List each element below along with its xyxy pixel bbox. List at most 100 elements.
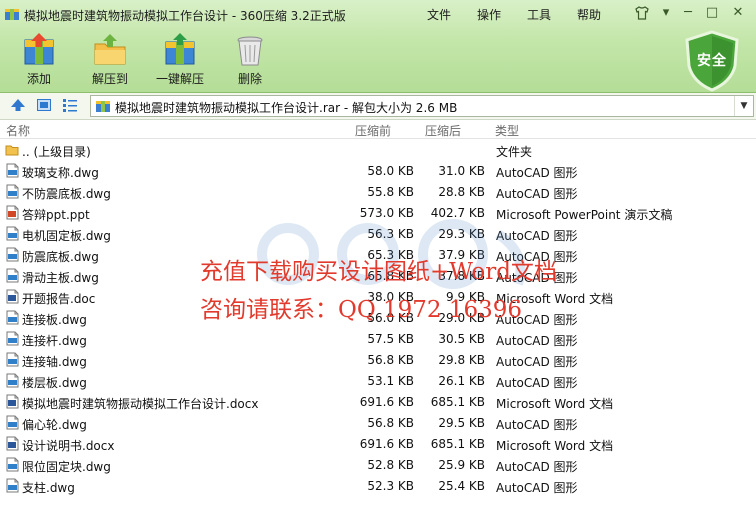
file-type: AutoCAD 图形 bbox=[496, 166, 578, 180]
up-arrow-icon[interactable] bbox=[10, 97, 26, 113]
delete-button-label: 删除 bbox=[237, 72, 262, 86]
window-chrome: 模拟地震时建筑物振动模拟工作台设计 - 360压缩 3.2正式版 文件 操作 工… bbox=[0, 0, 756, 93]
table-row[interactable]: 支柱.dwg 52.3 KB 25.4 KB AutoCAD 图形 bbox=[0, 475, 756, 496]
compressed-before-size: 52.8 KB bbox=[367, 458, 414, 472]
dwg-file-icon bbox=[6, 478, 19, 493]
column-compressed-after[interactable]: 压缩后 bbox=[425, 122, 461, 139]
column-type[interactable]: 类型 bbox=[495, 122, 519, 139]
close-icon[interactable]: ✕ bbox=[728, 4, 748, 22]
table-row[interactable]: 设计说明书.docx 691.6 KB 685.1 KB Microsoft Word… bbox=[0, 433, 756, 454]
compressed-after-size: 25.4 KB bbox=[438, 479, 485, 493]
column-name[interactable]: 名称 bbox=[6, 122, 30, 139]
compressed-after-size: 31.0 KB bbox=[438, 164, 485, 178]
table-row[interactable]: 限位固定块.dwg 52.8 KB 25.9 KB AutoCAD 图形 bbox=[0, 454, 756, 475]
extract-to-label: 解压到 bbox=[91, 72, 128, 86]
minimize-icon[interactable]: ─ bbox=[678, 4, 698, 22]
compressed-before-size: 691.6 KB bbox=[359, 395, 414, 409]
extract-to-button[interactable]: 解压到 bbox=[88, 32, 132, 87]
file-name: 模拟地震时建筑物振动模拟工作台设计.docx bbox=[22, 397, 259, 411]
file-name: 滑动主板.dwg bbox=[22, 271, 99, 285]
table-row[interactable]: 不防震底板.dwg 55.8 KB 28.8 KB AutoCAD 图形 bbox=[0, 181, 756, 202]
compressed-after-size: 25.9 KB bbox=[438, 458, 485, 472]
dwg-file-icon bbox=[6, 184, 19, 199]
dwg-file-icon bbox=[6, 457, 19, 472]
doc-file-icon bbox=[6, 289, 19, 304]
file-name: 防震底板.dwg bbox=[22, 250, 99, 264]
file-type: AutoCAD 图形 bbox=[496, 418, 578, 432]
compressed-before-size: 56.8 KB bbox=[367, 353, 414, 367]
list-view-icon[interactable] bbox=[62, 97, 78, 113]
file-name: 电机固定板.dwg bbox=[22, 229, 111, 243]
file-type: AutoCAD 图形 bbox=[496, 481, 578, 495]
compressed-after-size: 26.1 KB bbox=[438, 374, 485, 388]
dwg-file-icon bbox=[6, 331, 19, 346]
column-header: 名称 压缩前 压缩后 类型 bbox=[0, 120, 756, 139]
file-name: 限位固定块.dwg bbox=[22, 460, 111, 474]
compressed-after-size: 28.8 KB bbox=[438, 185, 485, 199]
table-row[interactable]: 连接杆.dwg 57.5 KB 30.5 KB AutoCAD 图形 bbox=[0, 328, 756, 349]
menu-help[interactable]: 帮助 bbox=[577, 6, 601, 23]
trash-icon bbox=[237, 36, 263, 66]
address-row: 模拟地震时建筑物振动模拟工作台设计.rar - 解包大小为 2.6 MB ▼ bbox=[0, 93, 756, 120]
file-name: 答辩ppt.ppt bbox=[22, 208, 90, 222]
watermark-line-2: 咨询请联系：QQ 1972 16396 bbox=[200, 297, 523, 323]
menu-file[interactable]: 文件 bbox=[427, 6, 451, 23]
archive-path: 模拟地震时建筑物振动模拟工作台设计.rar - 解包大小为 2.6 MB bbox=[115, 101, 458, 115]
file-name: 连接板.dwg bbox=[22, 313, 87, 327]
file-name: 连接杆.dwg bbox=[22, 334, 87, 348]
compressed-after-size: 685.1 KB bbox=[430, 395, 485, 409]
add-button-label: 添加 bbox=[26, 72, 51, 86]
table-row[interactable]: 玻璃支称.dwg 58.0 KB 31.0 KB AutoCAD 图形 bbox=[0, 160, 756, 181]
menu-operation[interactable]: 操作 bbox=[477, 6, 501, 23]
dwg-file-icon bbox=[6, 373, 19, 388]
compressed-after-size: 29.5 KB bbox=[438, 416, 485, 430]
skin-shirt-icon[interactable] bbox=[632, 4, 652, 22]
rar-archive-icon bbox=[96, 101, 110, 112]
column-compressed-before[interactable]: 压缩前 bbox=[355, 122, 391, 139]
compressed-before-size: 55.8 KB bbox=[367, 185, 414, 199]
compressed-before-size: 52.3 KB bbox=[367, 479, 414, 493]
table-row[interactable]: 楼层板.dwg 53.1 KB 26.1 KB AutoCAD 图形 bbox=[0, 370, 756, 391]
doc-file-icon bbox=[6, 436, 19, 451]
address-dropdown-icon[interactable]: ▼ bbox=[734, 96, 753, 116]
file-name: 玻璃支称.dwg bbox=[22, 166, 99, 180]
file-name: 不防震底板.dwg bbox=[22, 187, 111, 201]
thumbnail-view-icon[interactable] bbox=[36, 97, 52, 113]
security-shield-icon[interactable]: 安全 bbox=[683, 30, 741, 92]
maximize-icon[interactable]: □ bbox=[702, 4, 722, 22]
watermark-line-1: 充值下载购买设计图纸+Word文档 bbox=[200, 259, 557, 285]
window-title: 模拟地震时建筑物振动模拟工作台设计 - 360压缩 3.2正式版 bbox=[24, 9, 346, 23]
dwg-file-icon bbox=[6, 352, 19, 367]
dwg-file-icon bbox=[6, 415, 19, 430]
doc-file-icon bbox=[6, 394, 19, 409]
add-button[interactable]: 添加 bbox=[18, 32, 60, 87]
file-name: 设计说明书.docx bbox=[22, 439, 115, 453]
archive-app-icon bbox=[5, 9, 19, 20]
one-click-extract-button[interactable]: 一键解压 bbox=[152, 32, 208, 87]
compressed-after-size: 29.8 KB bbox=[438, 353, 485, 367]
table-row[interactable]: .. (上级目录) 文件夹 bbox=[0, 139, 756, 160]
one-click-extract-label: 一键解压 bbox=[155, 72, 204, 86]
file-name: 连接轴.dwg bbox=[22, 355, 87, 369]
file-list: .. (上级目录) 文件夹玻璃支称.dwg 58.0 KB 31.0 KB AutoCA… bbox=[0, 139, 756, 527]
table-row[interactable]: 连接轴.dwg 56.8 KB 29.8 KB AutoCAD 图形 bbox=[0, 349, 756, 370]
file-name: 楼层板.dwg bbox=[22, 376, 87, 390]
compressed-before-size: 58.0 KB bbox=[367, 164, 414, 178]
compressed-after-size: 30.5 KB bbox=[438, 332, 485, 346]
delete-button[interactable]: 删除 bbox=[230, 32, 270, 87]
security-badge-text: 安全 bbox=[697, 53, 727, 69]
menu-tools[interactable]: 工具 bbox=[527, 6, 551, 23]
file-type: Microsoft Word 文档 bbox=[496, 439, 614, 453]
file-type: AutoCAD 图形 bbox=[496, 355, 578, 369]
table-row[interactable]: 模拟地震时建筑物振动模拟工作台设计.docx 691.6 KB 685.1 KB Mi… bbox=[0, 391, 756, 412]
file-type: AutoCAD 图形 bbox=[496, 334, 578, 348]
file-type: AutoCAD 图形 bbox=[496, 460, 578, 474]
title-bar: 模拟地震时建筑物振动模拟工作台设计 - 360压缩 3.2正式版 文件 操作 工… bbox=[0, 0, 756, 28]
address-bar[interactable]: 模拟地震时建筑物振动模拟工作台设计.rar - 解包大小为 2.6 MB ▼ bbox=[90, 95, 754, 117]
file-type: Microsoft Word 文档 bbox=[496, 397, 614, 411]
file-name: 支柱.dwg bbox=[22, 481, 75, 495]
table-row[interactable]: 偏心轮.dwg 56.8 KB 29.5 KB AutoCAD 图形 bbox=[0, 412, 756, 433]
compressed-before-size: 53.1 KB bbox=[367, 374, 414, 388]
dropdown-menu-icon[interactable]: ▾ bbox=[656, 4, 676, 22]
ppt-file-icon bbox=[6, 205, 19, 220]
